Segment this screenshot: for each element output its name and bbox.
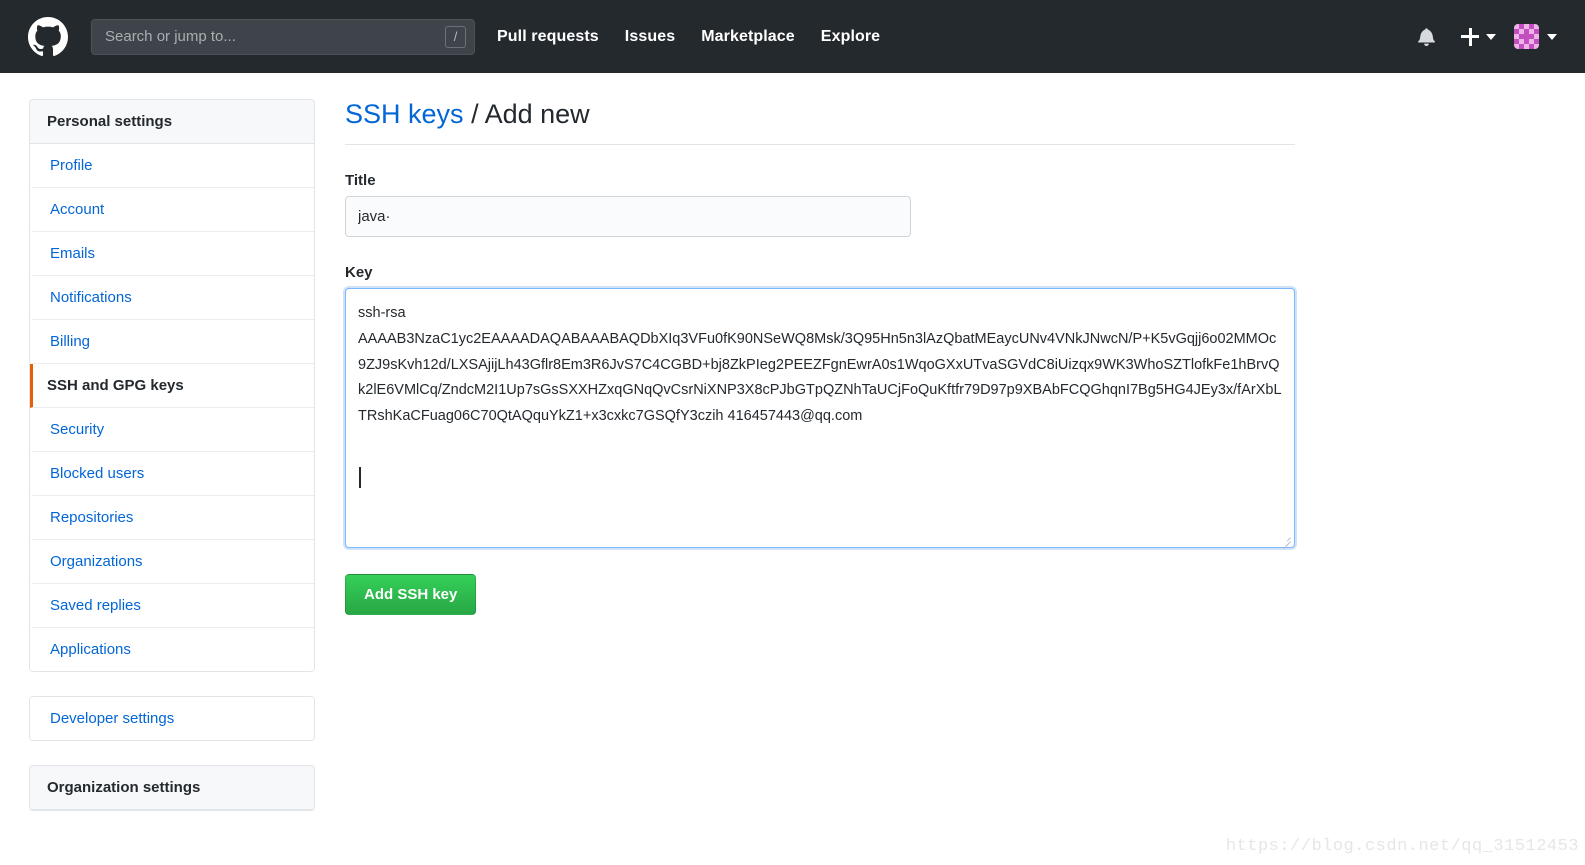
sidebar-item-organizations[interactable]: Organizations [30, 540, 314, 584]
github-mark-icon[interactable] [28, 16, 68, 57]
search-input[interactable] [91, 18, 475, 55]
sidebar-item-blocked-users[interactable]: Blocked users [30, 452, 314, 496]
page-title-separator: / [471, 99, 479, 129]
key-field-label: Key [345, 264, 373, 281]
sidebar-item-repositories[interactable]: Repositories [30, 496, 314, 540]
add-ssh-key-button[interactable]: Add SSH key [345, 574, 477, 615]
avatar [1514, 24, 1539, 49]
caret-down-icon [1547, 33, 1557, 40]
header-actions [1409, 20, 1557, 54]
sidebar-item-emails[interactable]: Emails [30, 232, 314, 276]
plus-icon [1461, 27, 1479, 46]
user-menu-button[interactable] [1514, 24, 1557, 49]
sidebar-item-security[interactable]: Security [30, 408, 314, 452]
page-title: SSH keys / Add new [345, 99, 1295, 145]
organization-settings-heading: Organization settings [30, 766, 314, 810]
search-shortcut-badge: / [445, 25, 466, 48]
title-input[interactable] [345, 196, 911, 237]
key-textarea[interactable]: ssh-rsa AAAAB3NzaC1yc2EAAAADAQABAAABAQDb… [346, 289, 1294, 547]
sidebar-item-developer-settings[interactable]: Developer settings [30, 697, 314, 740]
organization-settings-card: Organization settings [29, 765, 315, 811]
text-cursor [359, 467, 361, 488]
nav-issues[interactable]: Issues [625, 28, 675, 46]
sidebar-item-ssh-and-gpg-keys[interactable]: SSH and GPG keys [30, 364, 314, 408]
global-search[interactable]: / [91, 18, 475, 55]
developer-settings-card: Developer settings [29, 696, 315, 741]
global-header: / Pull requests Issues Marketplace Explo… [0, 0, 1585, 73]
personal-settings-heading: Personal settings [30, 100, 314, 144]
key-textarea-wrapper[interactable]: ssh-rsa AAAAB3NzaC1yc2EAAAADAQABAAABAQDb… [345, 288, 1295, 548]
page-title-ssh-keys-link[interactable]: SSH keys [345, 99, 464, 129]
title-field-label: Title [345, 172, 376, 189]
nav-pull-requests[interactable]: Pull requests [497, 28, 599, 46]
nav-explore[interactable]: Explore [821, 28, 880, 46]
caret-down-icon [1486, 33, 1496, 40]
settings-sidebar: Personal settings Profile Account Emails… [29, 99, 315, 835]
personal-settings-card: Personal settings Profile Account Emails… [29, 99, 315, 672]
bell-icon[interactable] [1409, 20, 1443, 54]
sidebar-item-notifications[interactable]: Notifications [30, 276, 314, 320]
sidebar-item-account[interactable]: Account [30, 188, 314, 232]
primary-nav: Pull requests Issues Marketplace Explore [497, 28, 880, 46]
main-content: SSH keys / Add new Title Key ssh-rsa AAA… [345, 99, 1295, 615]
watermark: https://blog.csdn.net/qq_31512453 [1225, 837, 1579, 856]
nav-marketplace[interactable]: Marketplace [701, 28, 795, 46]
sidebar-item-saved-replies[interactable]: Saved replies [30, 584, 314, 628]
page-title-current: Add new [484, 99, 590, 129]
sidebar-item-applications[interactable]: Applications [30, 628, 314, 671]
create-new-button[interactable] [1461, 27, 1496, 46]
page-body: Personal settings Profile Account Emails… [0, 73, 1585, 865]
sidebar-item-billing[interactable]: Billing [30, 320, 314, 364]
sidebar-item-profile[interactable]: Profile [30, 144, 314, 188]
